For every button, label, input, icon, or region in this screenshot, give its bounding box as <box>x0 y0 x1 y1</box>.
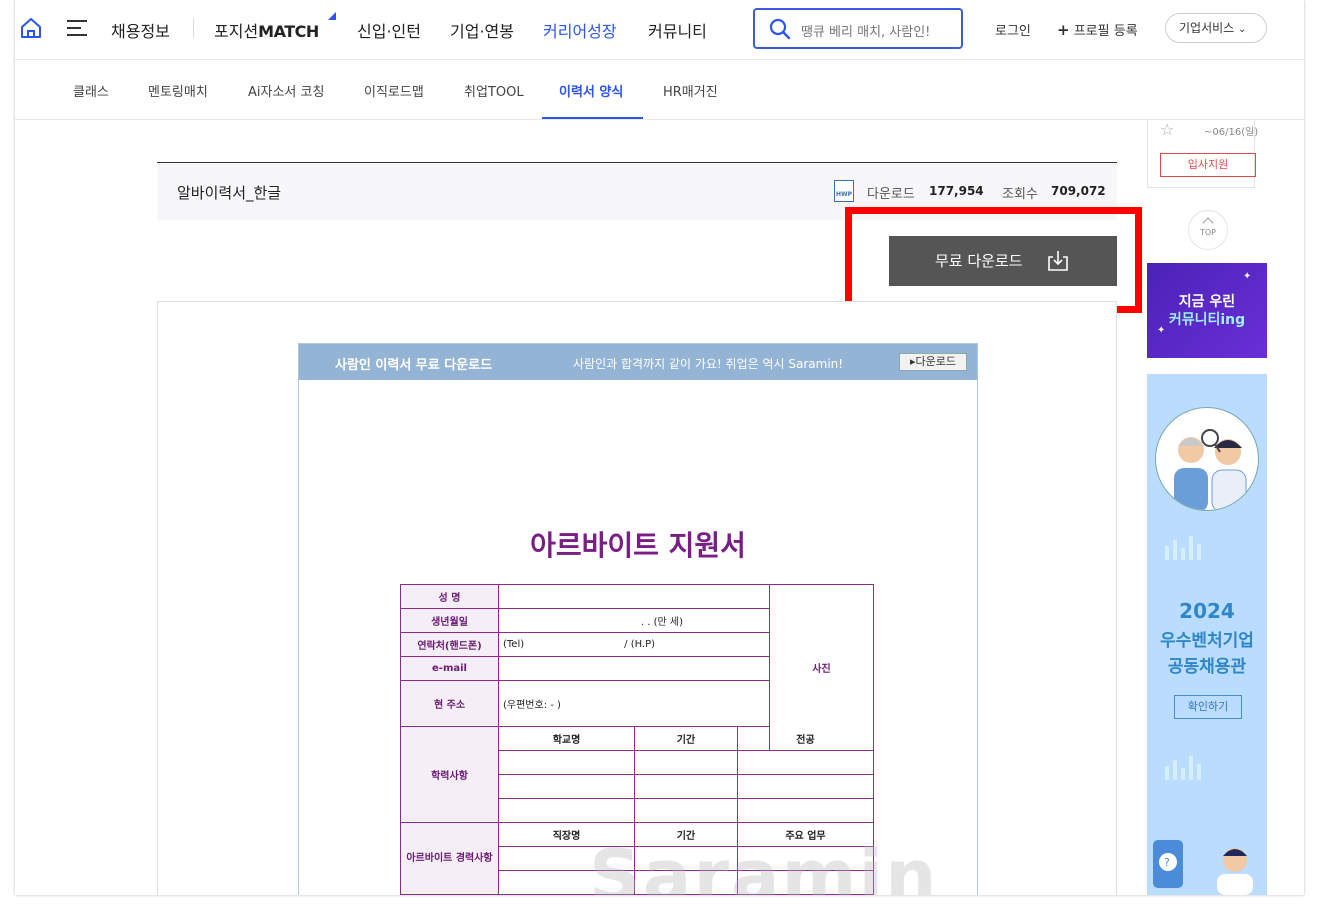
nav-position-label: 포지션 <box>214 22 259 41</box>
nav-position-match[interactable]: 포지션MATCH <box>214 18 319 42</box>
search-input[interactable]: 땡큐 베리 매치, 사람인! <box>753 8 963 49</box>
tab-ai-coaching[interactable]: Ai자소서 코칭 <box>248 81 324 100</box>
form-label: 성 명 <box>400 584 499 609</box>
form-cell <box>498 750 635 775</box>
global-nav: 채용정보 포지션MATCH 신입·인턴 기업·연봉 커리어성장 커뮤니티 땡큐 … <box>15 0 1304 60</box>
browser-page: 채용정보 포지션MATCH 신입·인턴 기업·연봉 커리어성장 커뮤니티 땡큐 … <box>15 0 1304 895</box>
active-tab-indicator <box>542 117 643 119</box>
business-service-button[interactable]: 기업서비스 ⌄ <box>1165 13 1267 43</box>
view-count-label: 조회수 <box>1002 187 1038 202</box>
form-cell: . . (만 세) <box>498 608 770 633</box>
form-label: 학력사항 <box>400 726 499 823</box>
business-service-label: 기업서비스 <box>1179 21 1235 35</box>
profile-register-link[interactable]: + 프로필 등록 <box>1057 20 1138 39</box>
resume-preview: 사람인 이력서 무료 다운로드 사람인과 합격까지 같이 가요! 취업은 역시 … <box>157 301 1117 895</box>
chart-decoration-icon <box>1165 534 1205 560</box>
plus-icon: + <box>1057 21 1070 39</box>
sub-nav: 클래스 멘토링매치 Ai자소서 코칭 이직로드맵 취업TOOL 이력서 양식 H… <box>15 60 1304 120</box>
chevron-up-icon <box>1202 217 1214 229</box>
chart-decoration-icon <box>1165 754 1205 780</box>
form-cell: (Tel) / (H.P) <box>498 632 770 657</box>
tab-roadmap[interactable]: 이직로드맵 <box>364 81 424 100</box>
hamburger-menu-icon[interactable] <box>67 20 87 36</box>
tab-class[interactable]: 클래스 <box>73 81 109 100</box>
download-icon <box>1048 251 1068 271</box>
deadline-date: ~06/16(일) <box>1204 127 1259 138</box>
svg-text:?: ? <box>1164 856 1170 869</box>
document-header: 사람인 이력서 무료 다운로드 사람인과 합격까지 같이 가요! 취업은 역시 … <box>299 344 977 380</box>
form-cell <box>737 750 874 775</box>
home-icon[interactable] <box>19 16 43 40</box>
scroll-top-button[interactable]: TOP <box>1188 210 1228 250</box>
document-header-title: 사람인 이력서 무료 다운로드 <box>335 358 493 373</box>
hp-label: / (H.P) <box>624 639 656 650</box>
download-count-label: 다운로드 <box>867 187 915 202</box>
nav-intern[interactable]: 신입·인턴 <box>357 18 421 42</box>
form-label: e-mail <box>400 656 499 681</box>
form-label: 아르바이트 경력사항 <box>400 822 499 895</box>
form-cell <box>634 798 738 823</box>
banner-title-line2: 공동채용관 <box>1167 657 1247 677</box>
sparkle-icon: ✦ <box>1243 271 1252 282</box>
watermark: Saramin <box>589 834 939 895</box>
form-label: 현 주소 <box>400 680 499 727</box>
nav-match-label: MATCH <box>258 22 319 41</box>
hwp-file-icon: HWP <box>834 180 854 202</box>
login-link[interactable]: 로그인 <box>995 20 1031 39</box>
resume-document: 사람인 이력서 무료 다운로드 사람인과 합격까지 같이 가요! 취업은 역시 … <box>298 343 978 895</box>
chevron-down-icon: ⌄ <box>1238 24 1247 35</box>
tab-tool[interactable]: 취업TOOL <box>464 81 524 100</box>
community-banner-line2: 커뮤니티ing <box>1168 312 1246 328</box>
form-label: 연락처(핸드폰) <box>400 632 499 657</box>
nav-community[interactable]: 커뮤니티 <box>648 18 707 42</box>
form-cell <box>498 656 770 681</box>
document-title: 아르바이트 지원서 <box>530 529 746 562</box>
tab-hr-magazine[interactable]: HR매거진 <box>663 81 718 100</box>
scroll-top-label: TOP <box>1199 228 1216 237</box>
free-download-label: 무료 다운로드 <box>935 252 1023 270</box>
banner-year: 2024 <box>1179 599 1235 623</box>
tab-resume-form[interactable]: 이력서 양식 <box>559 81 623 100</box>
search-icon[interactable] <box>769 18 791 40</box>
star-icon[interactable]: ☆ <box>1160 120 1174 139</box>
view-count: 709,072 <box>1051 184 1106 198</box>
form-header: 학교명 <box>498 726 635 751</box>
download-count: 177,954 <box>929 184 984 198</box>
nav-divider <box>193 18 194 38</box>
search-placeholder: 땡큐 베리 매치, 사람인! <box>801 25 931 40</box>
tel-label: (Tel) <box>503 639 525 650</box>
community-banner[interactable]: ✦ ✦ 지금 우린 커뮤니티ing <box>1147 263 1267 358</box>
form-cell <box>498 798 635 823</box>
tab-mentoring[interactable]: 멘토링매치 <box>148 81 208 100</box>
form-header: 기간 <box>634 726 738 751</box>
characters-illustration: ? <box>1153 840 1253 895</box>
people-illustration <box>1155 407 1259 511</box>
nav-career[interactable]: 커리어성장 <box>543 18 617 42</box>
form-cell <box>498 584 770 609</box>
people-illustration-svg <box>1174 429 1247 510</box>
venture-hiring-banner[interactable]: 2024 우수벤처기업 공동채용관 확인하기 ? <box>1147 374 1267 895</box>
nav-company-salary[interactable]: 기업·연봉 <box>450 18 514 42</box>
form-header: 전공 <box>737 726 874 751</box>
document-download-button[interactable]: ▸다운로드 <box>899 353 967 371</box>
free-download-button[interactable]: 무료 다운로드 <box>889 236 1117 286</box>
banner-title-line1: 우수벤처기업 <box>1160 631 1254 651</box>
side-job-card: ☆ ~06/16(일) 입사지원 <box>1147 120 1259 188</box>
form-cell <box>737 774 874 799</box>
form-label: 생년월일 <box>400 608 499 633</box>
banner-confirm-button[interactable]: 확인하기 <box>1174 695 1242 719</box>
community-banner-line1: 지금 우린 <box>1178 294 1236 310</box>
form-cell: (우편번호: - ) <box>498 680 770 727</box>
form-cell <box>634 774 738 799</box>
resume-title: 알바이력서_한글 <box>177 184 282 202</box>
form-cell <box>737 798 874 823</box>
document-header-slogan: 사람인과 합격까지 같이 가요! 취업은 역시 Saramin! <box>573 357 844 371</box>
nav-jobs[interactable]: 채용정보 <box>111 18 170 42</box>
apply-button[interactable]: 입사지원 <box>1160 153 1256 177</box>
form-cell <box>498 774 635 799</box>
match-mark-icon <box>328 12 336 20</box>
profile-register-label: 프로필 등록 <box>1073 24 1138 39</box>
form-cell <box>634 750 738 775</box>
